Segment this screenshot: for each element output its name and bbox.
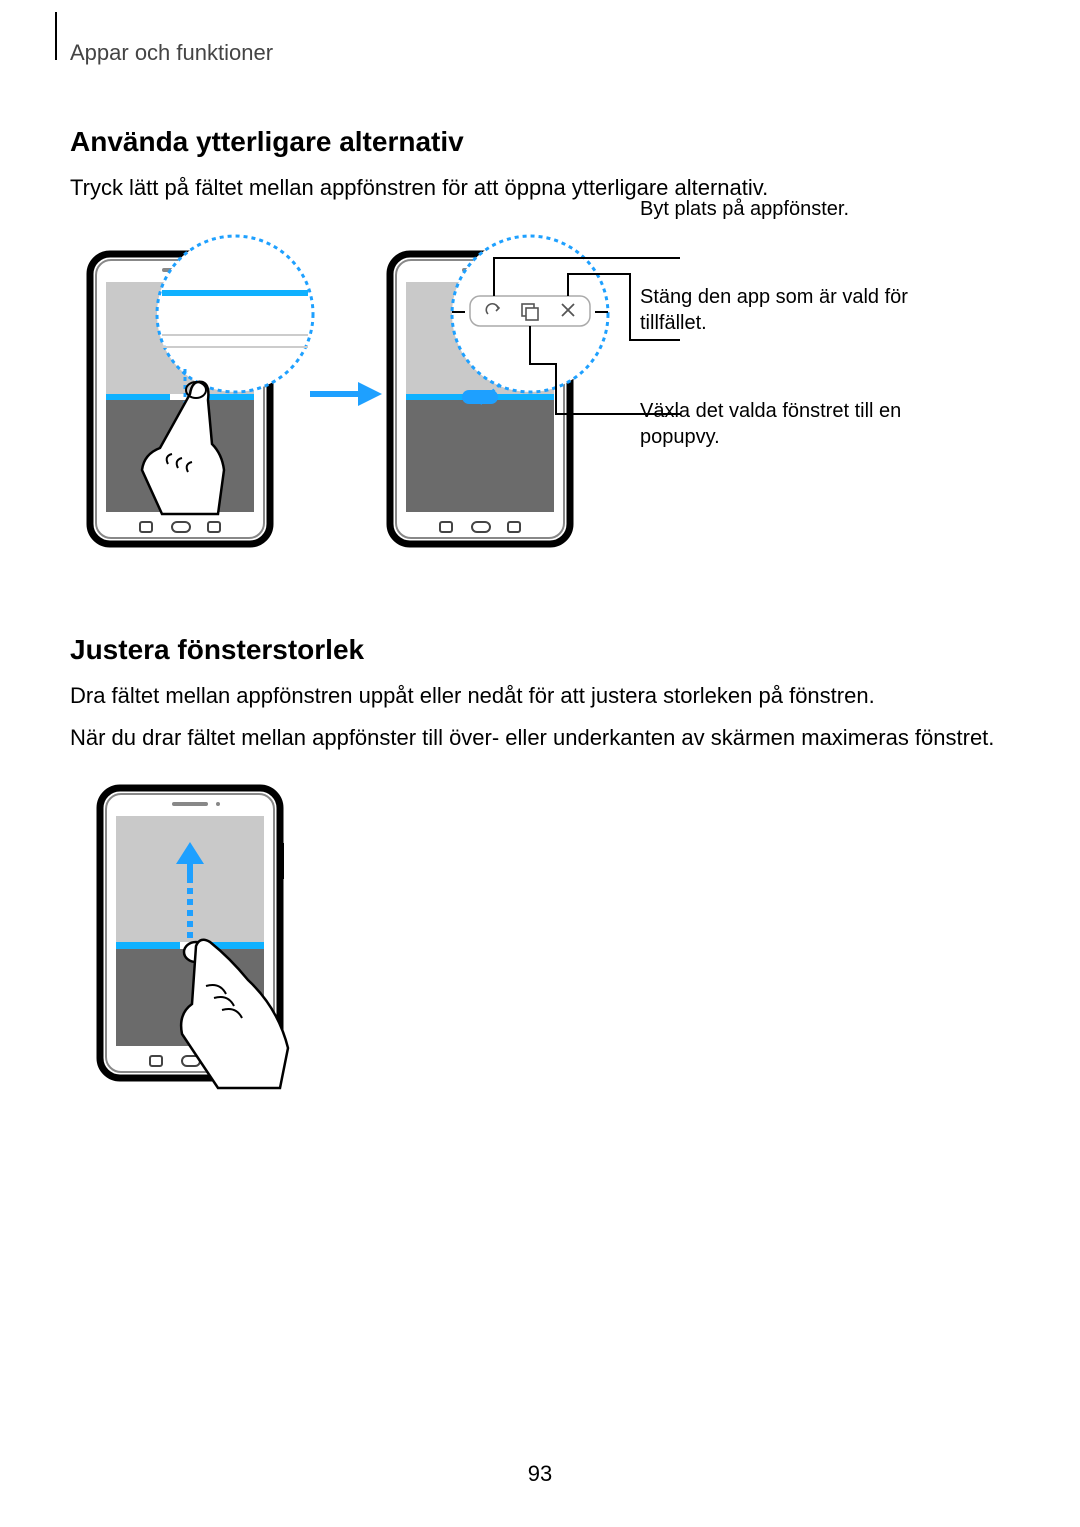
callout-close: Stäng den app som är vald för tillfället… <box>640 284 920 336</box>
callout-swap: Byt plats på appfönster. <box>640 196 920 222</box>
page-header: Appar och funktioner <box>70 40 1010 66</box>
section2-body1: Dra fältet mellan appfönstren uppåt elle… <box>70 680 1010 712</box>
section2-title: Justera fönsterstorlek <box>70 634 1010 666</box>
section2-body2: När du drar fältet mellan appfönster til… <box>70 722 1010 754</box>
section1-title: Använda ytterligare alternativ <box>70 126 1010 158</box>
page-number: 93 <box>0 1461 1080 1487</box>
callout-popup: Växla det valda fönstret till en popupvy… <box>640 398 920 450</box>
illustration-resize <box>70 778 330 1108</box>
figure-resize <box>70 778 1010 1108</box>
